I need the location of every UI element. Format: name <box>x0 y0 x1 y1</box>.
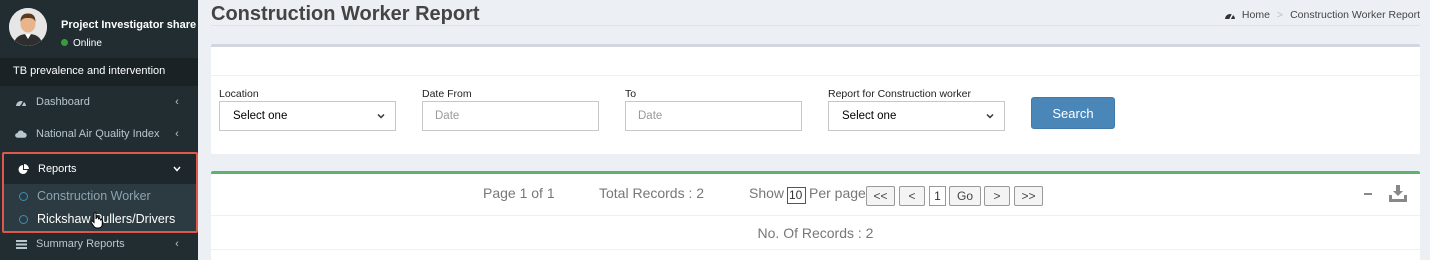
report-type-select[interactable]: Select one <box>828 101 1005 131</box>
list-icon <box>15 238 27 250</box>
chevron-left-icon: ‹ <box>175 238 179 250</box>
sidebar-item-label: National Air Quality Index <box>36 128 160 140</box>
current-page-input[interactable]: 1 <box>929 186 946 206</box>
collapse-icon[interactable] <box>1361 183 1375 208</box>
chevron-left-icon: ‹ <box>175 128 179 140</box>
sidebar-item-dashboard[interactable]: Dashboard ‹ <box>0 87 198 117</box>
chevron-left-icon: ‹ <box>175 96 179 108</box>
chevron-down-icon <box>170 163 184 175</box>
circle-icon <box>19 191 28 201</box>
breadcrumb-separator: > <box>1276 9 1284 21</box>
search-button[interactable]: Search <box>1031 97 1115 129</box>
submenu-item-construction-worker[interactable]: Construction Worker <box>4 185 196 207</box>
report-type-label: Report for Construction worker <box>828 88 971 100</box>
records-count: No. Of Records : 2 <box>757 225 874 241</box>
user-status: Online <box>61 38 102 49</box>
dashboard-icon <box>15 96 27 108</box>
location-select-value: Select one <box>233 110 288 122</box>
submenu-item-label: Construction Worker <box>37 189 151 203</box>
date-from-input[interactable]: Date <box>422 101 599 131</box>
user-avatar-icon <box>9 8 47 46</box>
date-to-placeholder: Date <box>638 110 663 122</box>
hand-cursor-icon <box>90 212 104 234</box>
prev-page-button[interactable]: < <box>899 186 925 206</box>
submenu-item-label: Rickshaw Pullers/Drivers <box>37 212 176 226</box>
title-divider <box>211 25 1420 26</box>
sidebar-item-label: Dashboard <box>36 96 90 108</box>
date-to-label: To <box>625 88 637 100</box>
dashboard-icon <box>1224 10 1236 20</box>
location-label: Location <box>219 88 259 100</box>
pagination-bar: Page 1 of 1 Total Records : 2 Show 10 Pe… <box>211 174 1420 216</box>
breadcrumb-home-link[interactable]: Home <box>1242 9 1270 21</box>
date-to-input[interactable]: Date <box>625 101 802 131</box>
chevron-down-icon <box>986 113 994 119</box>
user-panel: Project Investigator share In Online <box>0 0 198 58</box>
filter-panel: Location Select one Date From Date To Da… <box>211 44 1420 154</box>
location-select[interactable]: Select one <box>219 101 396 131</box>
sidebar-item-reports[interactable]: Reports <box>4 154 196 184</box>
circle-icon <box>19 214 28 224</box>
first-page-button[interactable]: << <box>866 186 895 206</box>
sidebar-header: TB prevalence and intervention <box>0 58 198 86</box>
results-panel: Page 1 of 1 Total Records : 2 Show 10 Pe… <box>211 171 1420 260</box>
table-divider <box>211 249 1420 250</box>
next-page-button[interactable]: > <box>984 186 1010 206</box>
sidebar-item-label: Summary Reports <box>36 238 125 250</box>
sidebar-item-air-quality[interactable]: National Air Quality Index ‹ <box>0 119 198 149</box>
last-page-button[interactable]: >> <box>1014 186 1043 206</box>
breadcrumb-current: Construction Worker Report <box>1290 9 1420 21</box>
online-status-dot <box>61 39 68 46</box>
download-icon[interactable] <box>1388 184 1408 207</box>
show-label: Show <box>749 185 785 201</box>
per-page-input[interactable]: 10 <box>787 187 806 204</box>
user-name: Project Investigator share In <box>61 19 198 31</box>
chevron-down-icon <box>377 113 385 119</box>
date-from-placeholder: Date <box>435 110 460 122</box>
total-records: Total Records : 2 <box>599 185 705 201</box>
breadcrumb: Home > Construction Worker Report <box>1224 9 1420 21</box>
avatar <box>9 8 47 46</box>
sidebar-item-label: Reports <box>38 163 77 175</box>
date-from-label: Date From <box>422 88 472 100</box>
user-status-label: Online <box>73 38 102 49</box>
page-title: Construction Worker Report <box>211 3 480 25</box>
sidebar: Project Investigator share In Online TB … <box>0 0 198 260</box>
cloud-icon <box>15 128 27 140</box>
panel-divider <box>211 75 1420 76</box>
report-type-select-value: Select one <box>842 110 897 122</box>
per-page-label: Per page <box>809 185 866 201</box>
page-info: Page 1 of 1 <box>483 185 555 201</box>
go-button[interactable]: Go <box>949 186 981 206</box>
pie-chart-icon <box>17 163 29 175</box>
